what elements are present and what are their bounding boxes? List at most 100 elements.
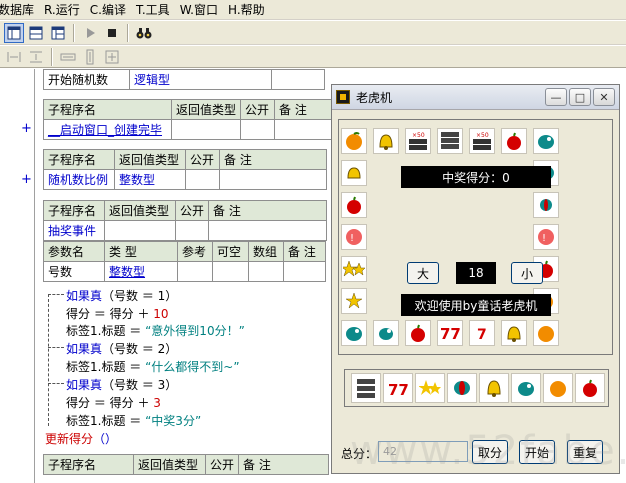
small-button[interactable]: 小 <box>511 262 543 284</box>
subroutine-table-1: 子程序名 返回值类型 公开 备 注 __启动窗口_创建完毕 <box>43 99 336 140</box>
code-line[interactable]: 更新得分（） <box>45 430 117 447</box>
param-remark[interactable] <box>283 261 326 282</box>
param-name[interactable]: 号数 <box>43 261 105 282</box>
maximize-button[interactable]: □ <box>569 88 591 106</box>
subroutine-name[interactable]: 抽奖事件 <box>43 220 105 241</box>
code-line[interactable]: 得分 ＝ 得分 ＋ 10 <box>66 305 169 322</box>
variable-name[interactable]: 开始随机数 <box>43 69 130 90</box>
big-button[interactable]: 大 <box>407 262 439 284</box>
same-width-icon[interactable] <box>58 47 78 67</box>
subroutine-name[interactable]: __启动窗口_创建完毕 <box>43 119 172 140</box>
expand-icon[interactable]: + <box>21 172 32 187</box>
window-title-bar[interactable]: 老虎机 — □ ✕ <box>332 85 619 110</box>
number-literal: 10 <box>153 307 169 321</box>
code-text: 标签1.标题 ＝ <box>66 324 146 338</box>
apple-icon[interactable] <box>575 373 605 403</box>
minimize-button[interactable]: — <box>545 88 567 106</box>
layout-2-icon[interactable] <box>26 23 46 43</box>
header-return-type: 返回值类型 <box>104 200 176 221</box>
apple-icon <box>405 320 431 346</box>
code-text: （号数 ＝ 3） <box>102 378 178 392</box>
code-line[interactable]: 标签1.标题 ＝ “中奖3分” <box>66 412 201 429</box>
bell-icon[interactable] <box>479 373 509 403</box>
align-horizontal-icon[interactable] <box>4 47 24 67</box>
repeat-button[interactable]: 重复 <box>567 440 603 464</box>
flow-line <box>48 383 64 384</box>
bottom-controls: 总分： 42 取分 开始 重复 <box>332 437 621 467</box>
param-ref[interactable] <box>177 261 213 282</box>
header-remark: 备 注 <box>274 99 336 120</box>
subroutine-public[interactable] <box>174 220 210 241</box>
double-star-icon[interactable] <box>415 373 445 403</box>
layout-1-icon[interactable] <box>4 22 24 43</box>
subroutine-public[interactable] <box>240 119 276 140</box>
header-return-type: 返回值类型 <box>114 149 186 170</box>
param-type[interactable]: 整数型 <box>104 261 178 282</box>
code-line[interactable]: 标签1.标题 ＝ “什么都得不到~” <box>66 358 240 375</box>
code-text: （） <box>93 432 118 446</box>
subroutine-remark[interactable] <box>219 169 327 190</box>
app-icon <box>336 90 350 104</box>
stop-icon[interactable] <box>102 23 122 43</box>
menu-compile[interactable]: C.编译 <box>86 1 132 18</box>
menu-database[interactable]: 数据库 <box>0 1 40 18</box>
watermelon-icon[interactable] <box>447 373 477 403</box>
slot-machine-window: 老虎机 — □ ✕ ×50 ×50 ! ! 77 7 中奖得分：0 大 18 小… <box>331 84 620 474</box>
subroutine-remark[interactable] <box>208 220 328 241</box>
triple-bar-icon <box>437 128 463 154</box>
layout-3-icon[interactable] <box>48 23 68 43</box>
variable-extra[interactable] <box>271 69 325 90</box>
cancel-button[interactable]: 取分 <box>472 440 508 464</box>
align-vertical-icon[interactable] <box>26 47 46 67</box>
code-line[interactable]: 得分 ＝ 得分 ＋ 3 <box>66 394 161 411</box>
subroutine-public[interactable] <box>185 169 220 190</box>
param-array[interactable] <box>248 261 284 282</box>
header-public: 公开 <box>240 99 276 120</box>
orange-icon[interactable] <box>543 373 573 403</box>
code-text: 得分 ＝ 得分 ＋ <box>66 396 154 410</box>
menu-bar: 数据库 R.运行 C.编译 T.工具 W.窗口 H.帮助 <box>0 0 626 20</box>
header-public: 公开 <box>185 149 220 170</box>
subroutine-return-type[interactable]: 整数型 <box>114 169 186 190</box>
header-public: 公开 <box>204 454 240 475</box>
align-toolbar <box>0 46 626 68</box>
bell-icon <box>341 160 367 186</box>
code-line[interactable]: 如果真（号数 ＝ 2） <box>66 340 177 357</box>
binoculars-icon[interactable] <box>134 23 154 43</box>
svg-text:!: ! <box>542 233 546 244</box>
watermelon-icon[interactable] <box>511 373 541 403</box>
close-button[interactable]: ✕ <box>593 88 615 106</box>
run-icon[interactable] <box>80 23 100 43</box>
header-sub-name: 子程序名 <box>43 454 134 475</box>
param-nullable[interactable] <box>212 261 249 282</box>
code-text: 得分 ＝ 得分 ＋ <box>66 307 154 321</box>
slot-board: ×50 ×50 ! ! 77 7 中奖得分：0 大 18 小 欢迎使用by童话老… <box>338 119 613 355</box>
subroutine-name[interactable]: 随机数比例 <box>43 169 115 190</box>
variable-type[interactable]: 逻辑型 <box>129 69 272 90</box>
start-button[interactable]: 开始 <box>519 440 555 464</box>
function-call: 更新得分 <box>45 432 94 446</box>
subroutine-remark[interactable] <box>274 119 336 140</box>
expand-icon[interactable]: + <box>21 121 32 136</box>
triple-bar-icon[interactable] <box>351 373 381 403</box>
same-height-icon[interactable] <box>80 47 100 67</box>
subroutine-return-type[interactable] <box>170 119 242 140</box>
double-star-icon <box>341 256 367 282</box>
menu-tools[interactable]: T.工具 <box>132 1 176 18</box>
code-line[interactable]: 如果真（号数 ＝ 1） <box>66 287 177 304</box>
same-size-icon[interactable] <box>102 47 122 67</box>
orange-icon <box>341 128 367 154</box>
flow-line <box>48 294 64 295</box>
subroutine-return-type[interactable] <box>104 220 176 241</box>
menu-run[interactable]: R.运行 <box>40 1 86 18</box>
header-public: 公开 <box>174 200 210 221</box>
apple-icon <box>341 192 367 218</box>
code-line[interactable]: 如果真（号数 ＝ 3） <box>66 376 177 393</box>
header-return-type: 返回值类型 <box>133 454 206 475</box>
menu-window[interactable]: W.窗口 <box>176 1 224 18</box>
string-literal: “什么都得不到~” <box>145 360 240 374</box>
lucky-seven-icon[interactable]: 77 <box>383 373 413 403</box>
total-label: 总分： <box>341 447 378 461</box>
menu-help[interactable]: H.帮助 <box>224 1 271 18</box>
code-line[interactable]: 标签1.标题 ＝ “意外得到10分！” <box>66 322 245 339</box>
